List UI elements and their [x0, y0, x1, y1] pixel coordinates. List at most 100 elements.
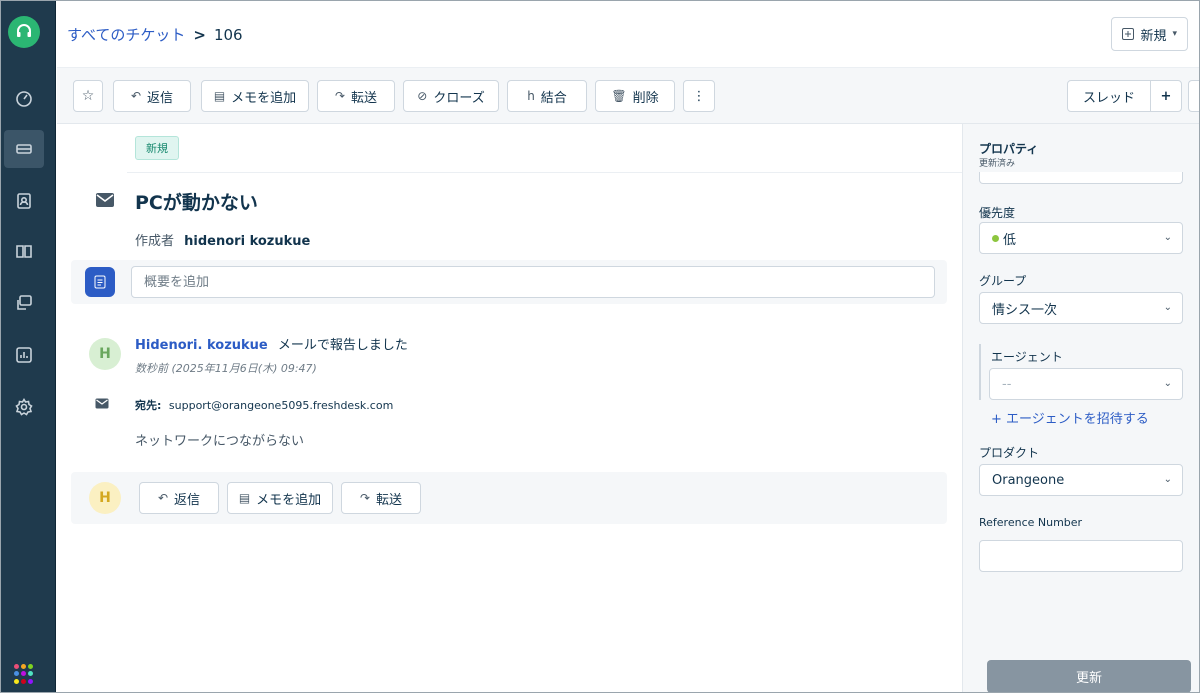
recipient-line: 宛先: support@orangeone5095.freshdesk.com [135, 397, 393, 413]
reply-bar-forward-label: 転送 [376, 492, 403, 508]
sidebar-item-reports[interactable] [4, 336, 44, 374]
chevron-down-icon: ⌄ [1163, 474, 1172, 485]
forward-icon: ↷ [359, 491, 371, 505]
product-value: Orangeone [992, 472, 1065, 488]
reply-button[interactable]: ↶ 返信 [113, 80, 191, 112]
group-select[interactable]: 情シス一次 ⌄ [979, 292, 1183, 324]
more-actions-button[interactable]: ⋮ [683, 80, 715, 112]
chevron-down-icon: ▾ [1172, 29, 1177, 39]
sidebar-item-forums[interactable] [4, 284, 44, 322]
forward-button[interactable]: ↷ 転送 [317, 80, 395, 112]
breadcrumb-separator: > [193, 25, 206, 44]
reply-bar-add-note-button[interactable]: ▤ メモを追加 [227, 482, 333, 514]
chevron-down-icon: ⌄ [1163, 302, 1172, 313]
reply-avatar: H [89, 482, 121, 514]
mail-icon [96, 193, 114, 207]
overflow-button[interactable] [1188, 80, 1200, 112]
dashboard-icon [16, 91, 32, 107]
thread-label: スレッド [1082, 90, 1135, 106]
mail-small-icon [95, 398, 109, 409]
chevron-down-icon: ⌄ [1163, 232, 1172, 243]
properties-subtitle: 更新済み [979, 159, 1016, 169]
trash-icon: 🗑 [611, 89, 627, 103]
chevron-down-icon: ⌄ [1163, 378, 1172, 389]
forward-label: 転送 [351, 90, 378, 106]
star-button[interactable]: ☆ [73, 80, 103, 112]
to-label: 宛先: [135, 399, 162, 412]
ticket-toolbar: ☆ ↶ 返信 ▤ メモを追加 ↷ 転送 ⊘ クローズ h 結合 🗑 削除 ⋮ ス… [57, 68, 1200, 124]
close-ticket-button[interactable]: ⊘ クローズ [403, 80, 499, 112]
plus-square-icon [1122, 28, 1135, 40]
reply-label: 返信 [147, 90, 174, 106]
sidebar-item-dashboard[interactable] [4, 80, 44, 118]
more-icon: ⋮ [692, 88, 706, 104]
group-value: 情シス一次 [992, 302, 1058, 318]
avatar: H [89, 338, 121, 370]
thread-add-button[interactable]: + [1150, 80, 1182, 112]
reports-icon [16, 347, 32, 363]
reply-bar-forward-button[interactable]: ↷ 転送 [341, 482, 421, 514]
reference-number-input[interactable] [979, 540, 1183, 572]
sidebar-item-knowledge-base[interactable] [4, 232, 44, 270]
priority-value: 低 [1003, 232, 1017, 248]
conversation-header: Hidenori. kozukue メールで報告しました [135, 334, 408, 353]
note-icon: ▤ [213, 89, 226, 103]
add-note-label: メモを追加 [231, 90, 297, 106]
update-button[interactable]: 更新 [987, 660, 1191, 693]
thread-button[interactable]: スレッド [1067, 80, 1151, 112]
merge-icon: h [527, 89, 535, 103]
summary-row [71, 260, 947, 304]
priority-dot [992, 234, 999, 242]
group-label: グループ [979, 274, 1027, 288]
priority-label: 優先度 [979, 206, 1016, 220]
author-name: hidenori kozukue [184, 234, 311, 249]
sender-name[interactable]: Hidenori. kozukue [135, 338, 268, 353]
agent-group-bar [979, 344, 981, 400]
add-note-button[interactable]: ▤ メモを追加 [201, 80, 309, 112]
message-body: ネットワークにつながらない [135, 434, 305, 449]
agent-value: -- [1002, 376, 1012, 392]
agent-select[interactable]: -- ⌄ [989, 368, 1183, 400]
forward-icon: ↷ [334, 89, 346, 103]
product-label: プロダクト [979, 446, 1040, 460]
delete-button[interactable]: 🗑 削除 [595, 80, 675, 112]
reference-number-label: Reference Number [979, 516, 1083, 529]
author-prefix: 作成者 [135, 234, 175, 249]
invite-agent-link[interactable]: + エージェントを招待する [991, 408, 1149, 427]
summary-input[interactable] [131, 266, 935, 298]
breadcrumb-ticket-id: 106 [213, 25, 243, 44]
delete-label: 削除 [632, 90, 659, 106]
priority-select[interactable]: 低 ⌄ [979, 222, 1183, 254]
plus-icon: + [1160, 88, 1172, 104]
close-label: クローズ [433, 90, 485, 106]
new-button-label: 新規 [1140, 28, 1167, 44]
product-select[interactable]: Orangeone ⌄ [979, 464, 1183, 496]
knowledge-base-icon [16, 245, 32, 258]
new-button[interactable]: 新規 ▾ [1111, 17, 1188, 51]
sidebar-item-settings[interactable] [4, 388, 44, 426]
agent-label: エージェント [991, 350, 1063, 364]
reply-bar-note-label: メモを追加 [256, 492, 322, 508]
properties-panel: プロパティ 更新済み 優先度 低 ⌄ グループ 情シス一次 ⌄ エージェント -… [962, 124, 1200, 693]
merge-button[interactable]: h 結合 [507, 80, 587, 112]
sidebar-item-contacts[interactable] [4, 182, 44, 220]
breadcrumb-all-tickets-link[interactable]: すべてのチケット [67, 24, 185, 45]
sidebar-item-tickets[interactable] [4, 130, 44, 168]
reply-icon: ↶ [157, 491, 169, 505]
ticket-title: PCが動かない [135, 192, 258, 214]
top-header: すべてのチケット > 106 新規 ▾ [57, 0, 1200, 68]
conversation-timestamp: 数秒前 (2025年11月6日(木) 09:47) [135, 362, 317, 375]
reply-bar: H ↶ 返信 ▤ メモを追加 ↷ 転送 [71, 472, 947, 524]
divider [127, 172, 962, 173]
conversation-action: メールで報告しました [277, 338, 408, 353]
apps-grid-icon[interactable] [14, 664, 34, 684]
breadcrumb: すべてのチケット > 106 [67, 24, 243, 45]
freshdesk-logo[interactable] [8, 16, 40, 48]
forums-icon [17, 295, 32, 310]
reply-icon: ↶ [130, 89, 142, 103]
contacts-icon [17, 193, 31, 209]
merge-label: 結合 [540, 90, 567, 106]
star-icon: ☆ [81, 88, 95, 104]
field-above-cut[interactable] [979, 172, 1183, 184]
reply-bar-reply-button[interactable]: ↶ 返信 [139, 482, 219, 514]
